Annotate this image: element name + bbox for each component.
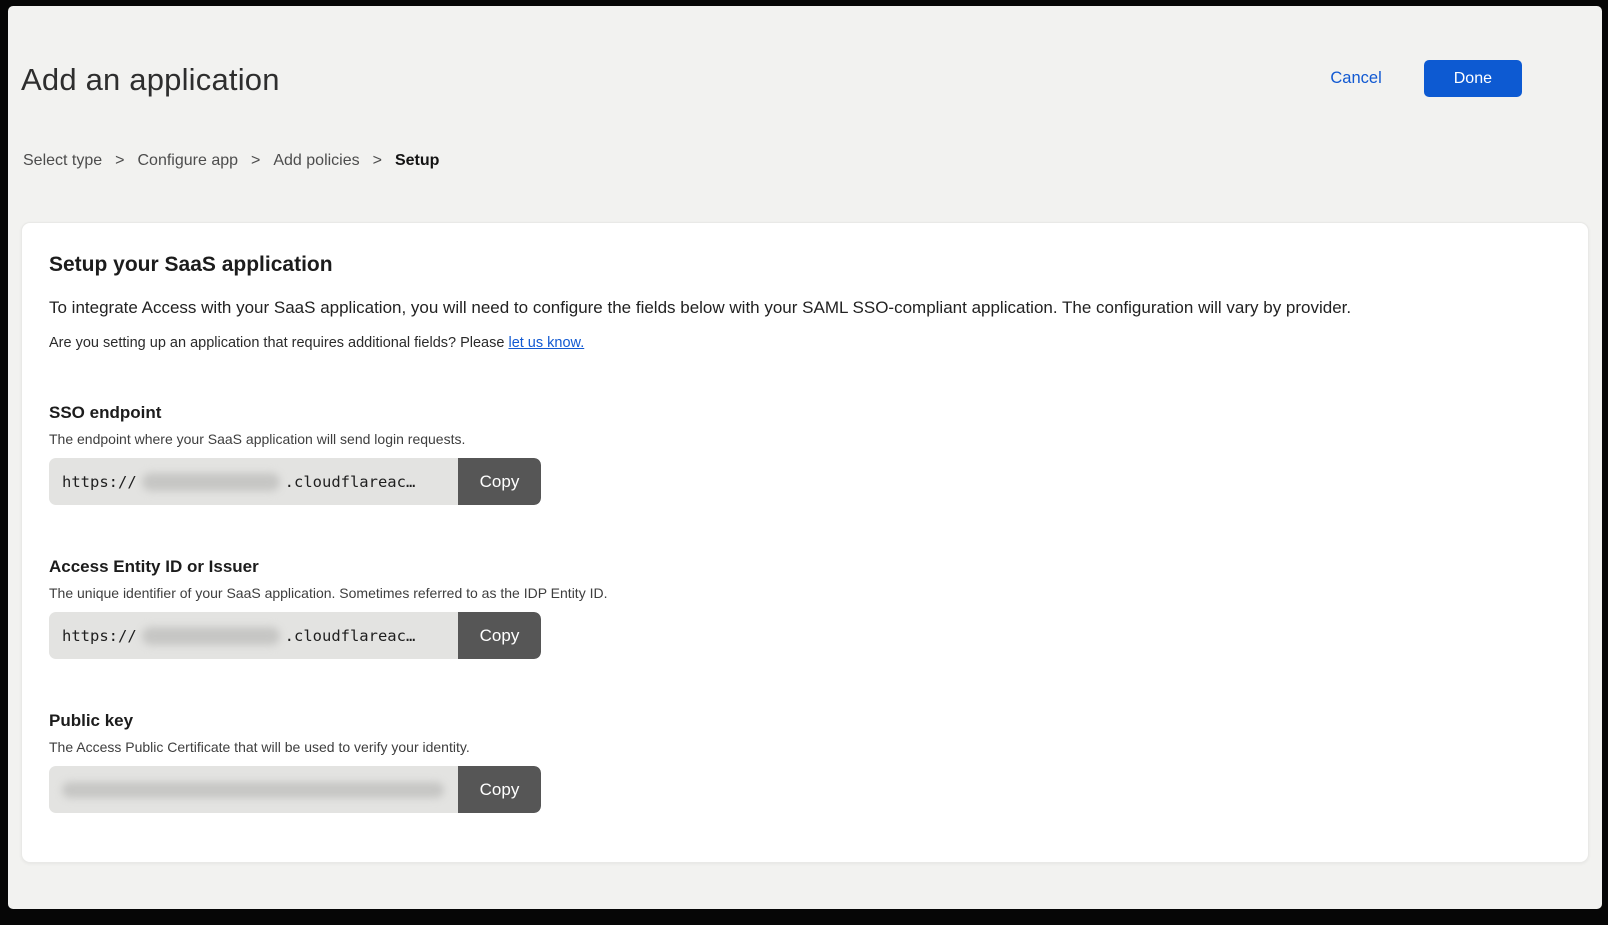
breadcrumb-separator: > — [251, 152, 260, 170]
public-key-value-row: Copy — [49, 766, 541, 813]
value-suffix: .cloudflareac… — [285, 473, 416, 491]
breadcrumb-separator: > — [373, 152, 382, 170]
access-entity-id-copy-button[interactable]: Copy — [458, 612, 541, 659]
access-entity-id-description: The unique identifier of your SaaS appli… — [49, 585, 1561, 601]
access-entity-id-label: Access Entity ID or Issuer — [49, 557, 1561, 577]
card-intro: To integrate Access with your SaaS appli… — [49, 297, 1561, 319]
sso-endpoint-value: https:// .cloudflareac… — [49, 458, 458, 505]
let-us-know-link[interactable]: let us know. — [508, 335, 584, 351]
public-key-label: Public key — [49, 711, 1561, 731]
cancel-button[interactable]: Cancel — [1330, 69, 1381, 88]
public-key-value — [49, 766, 458, 813]
breadcrumb-step-select-type[interactable]: Select type — [23, 152, 102, 170]
done-button[interactable]: Done — [1424, 60, 1522, 97]
field-access-entity-id: Access Entity ID or Issuer The unique id… — [49, 557, 1561, 659]
redacted-value — [62, 782, 444, 798]
sso-endpoint-value-row: https:// .cloudflareac… Copy — [49, 458, 541, 505]
access-entity-id-value-row: https:// .cloudflareac… Copy — [49, 612, 541, 659]
breadcrumb-step-add-policies[interactable]: Add policies — [273, 152, 359, 170]
page: Add an application Cancel Done Select ty… — [8, 6, 1602, 909]
sso-endpoint-label: SSO endpoint — [49, 403, 1561, 423]
breadcrumb-step-setup: Setup — [395, 152, 439, 170]
note-text: Are you setting up an application that r… — [49, 335, 508, 351]
value-prefix: https:// — [62, 473, 137, 491]
sso-endpoint-copy-button[interactable]: Copy — [458, 458, 541, 505]
value-suffix: .cloudflareac… — [285, 627, 416, 645]
access-entity-id-value: https:// .cloudflareac… — [49, 612, 458, 659]
page-title: Add an application — [21, 62, 1522, 98]
redacted-value — [142, 627, 280, 645]
setup-card: Setup your SaaS application To integrate… — [21, 222, 1589, 863]
field-public-key: Public key The Access Public Certificate… — [49, 711, 1561, 813]
field-sso-endpoint: SSO endpoint The endpoint where your Saa… — [49, 403, 1561, 505]
page-header: Add an application Cancel Done — [8, 6, 1602, 98]
header-actions: Cancel Done — [1330, 60, 1522, 97]
public-key-description: The Access Public Certificate that will … — [49, 739, 1561, 755]
breadcrumb: Select type > Configure app > Add polici… — [23, 152, 1602, 170]
redacted-value — [142, 473, 280, 491]
value-prefix: https:// — [62, 627, 137, 645]
sso-endpoint-description: The endpoint where your SaaS application… — [49, 431, 1561, 447]
breadcrumb-step-configure-app[interactable]: Configure app — [138, 152, 239, 170]
card-note: Are you setting up an application that r… — [49, 335, 1561, 351]
public-key-copy-button[interactable]: Copy — [458, 766, 541, 813]
card-heading: Setup your SaaS application — [49, 253, 1561, 277]
breadcrumb-separator: > — [115, 152, 124, 170]
